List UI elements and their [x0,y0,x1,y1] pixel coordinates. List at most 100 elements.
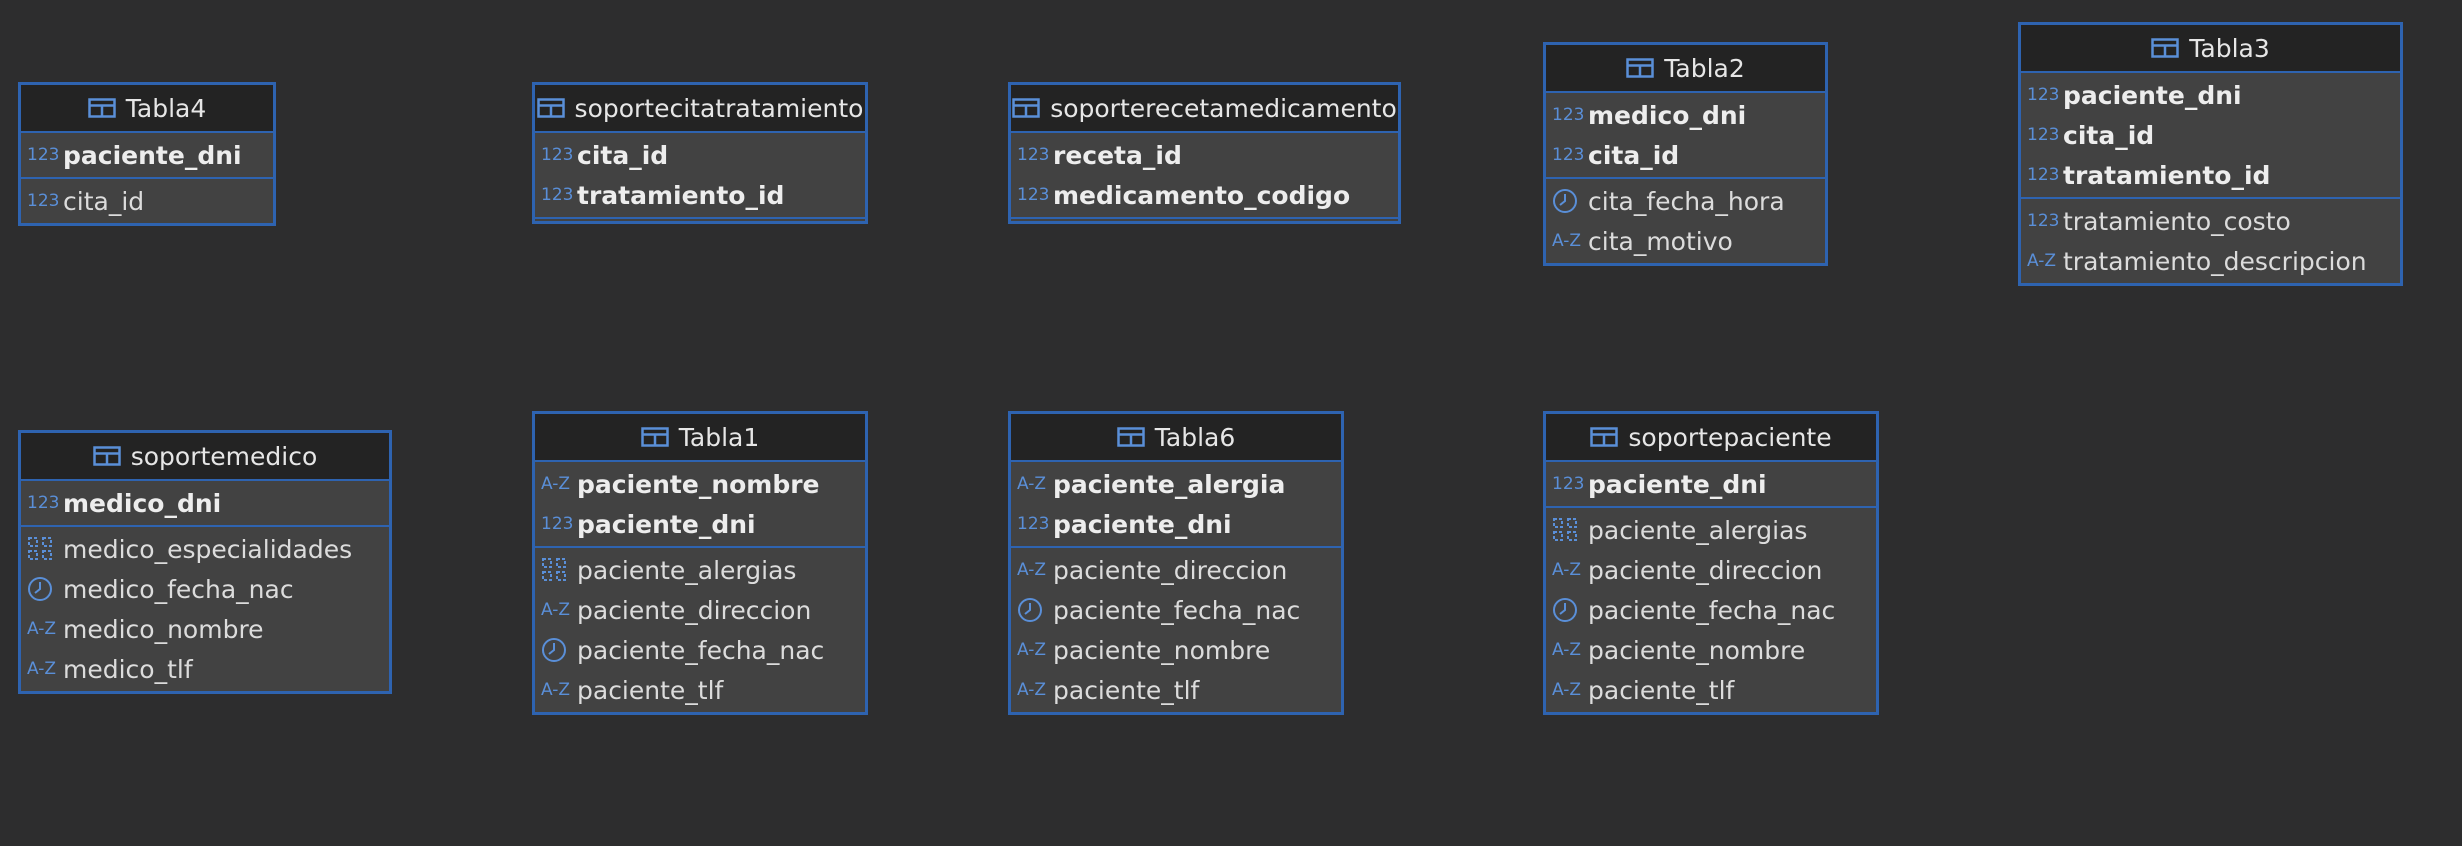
text-icon: A-Z [1017,640,1047,660]
column-row[interactable]: paciente_alergias [1546,510,1876,550]
entity-header[interactable]: soportepaciente [1546,414,1876,462]
column-row[interactable]: 123 tratamiento_costo [2021,201,2400,241]
column-name: cita_motivo [1588,226,1733,256]
column-row[interactable]: paciente_fecha_nac [535,630,865,670]
text-icon: A-Z [1017,680,1047,700]
column-name: paciente_dni [2063,80,2242,110]
entity-header[interactable]: Tabla1 [535,414,865,462]
array-icon [27,536,63,562]
column-name: paciente_nombre [1053,635,1271,665]
column-row[interactable]: A-Z medico_tlf [21,649,389,689]
column-name: tratamiento_id [577,180,785,210]
table-icon [536,98,565,118]
fields-section: A-Z paciente_direccion paciente_fecha_nac A… [1011,546,1341,712]
entity-header[interactable]: Tabla6 [1011,414,1341,462]
column-name: paciente_alergias [1588,515,1808,545]
column-row[interactable]: 123 tratamiento_id [2021,155,2400,195]
entity-title: soportecitatratamiento [574,93,864,123]
column-row[interactable]: 123 cita_id [1546,135,1825,175]
column-name: receta_id [1053,140,1182,170]
entity-header[interactable]: soportecitatratamiento [535,85,865,133]
column-row[interactable]: 123 tratamiento_id [535,175,865,215]
column-row[interactable]: A-Z paciente_alergia [1011,464,1341,504]
column-row[interactable]: 123 medico_dni [21,483,389,523]
entity-header[interactable]: soporterecetamedicamento [1011,85,1398,133]
entity-tabla2[interactable]: Tabla2 123 medico_dni 123 cita_id cita_fech… [1543,42,1828,266]
column-row[interactable]: A-Z cita_motivo [1546,221,1825,261]
column-name: medico_especialidades [63,534,353,564]
column-row[interactable]: A-Z paciente_tlf [1011,670,1341,710]
column-name: paciente_direccion [1588,555,1823,585]
table-icon [2151,38,2179,58]
entity-tabla1[interactable]: Tabla1 A-Z paciente_nombre 123 paciente_dni… [532,411,868,715]
column-name: cita_id [63,186,145,216]
column-row[interactable]: medico_especialidades [21,529,389,569]
entity-header[interactable]: soportemedico [21,433,389,481]
column-row[interactable]: 123 paciente_dni [535,504,865,544]
column-row[interactable]: paciente_alergias [535,550,865,590]
column-row[interactable]: paciente_fecha_nac [1011,590,1341,630]
column-row[interactable]: medico_fecha_nac [21,569,389,609]
column-row[interactable]: A-Z paciente_tlf [535,670,865,710]
numeric-icon: 123 [541,185,574,205]
column-row[interactable]: 123 paciente_dni [2021,75,2400,115]
column-row[interactable]: 123 cita_id [2021,115,2400,155]
entity-tabla6[interactable]: Tabla6 A-Z paciente_alergia 123 paciente_dn… [1008,411,1344,715]
column-row[interactable]: A-Z paciente_direccion [1011,550,1341,590]
column-row[interactable]: A-Z paciente_nombre [1011,630,1341,670]
column-name: medico_dni [1588,100,1747,130]
column-row[interactable]: 123 medicamento_codigo [1011,175,1398,215]
numeric-icon: 123 [1552,474,1585,494]
column-row[interactable]: A-Z paciente_direccion [535,590,865,630]
numeric-icon: 123 [1552,105,1585,125]
text-icon: A-Z [2027,251,2057,271]
column-row[interactable]: A-Z medico_nombre [21,609,389,649]
column-row[interactable]: A-Z paciente_nombre [535,464,865,504]
entity-soportepaciente[interactable]: soportepaciente 123 paciente_dni paciente… [1543,411,1879,715]
column-row[interactable]: 123 medico_dni [1546,95,1825,135]
column-row[interactable]: A-Z paciente_tlf [1546,670,1876,710]
entity-header[interactable]: Tabla3 [2021,25,2400,73]
column-name: paciente_direccion [577,595,812,625]
column-name: paciente_dni [577,509,756,539]
column-row[interactable]: 123 cita_id [21,181,273,221]
text-icon: A-Z [541,680,571,700]
column-row[interactable]: A-Z tratamiento_descripcion [2021,241,2400,281]
column-row[interactable]: 123 receta_id [1011,135,1398,175]
clock-icon [541,637,577,663]
entity-tabla4[interactable]: Tabla4 123 paciente_dni 123 cita_id [18,82,276,226]
column-row[interactable]: cita_fecha_hora [1546,181,1825,221]
entity-soportecitatratamiento[interactable]: soportecitatratamiento 123 cita_id 123 trat… [532,82,868,224]
entity-title: Tabla4 [125,93,207,123]
column-row[interactable]: A-Z paciente_direccion [1546,550,1876,590]
numeric-icon: 123 [27,493,60,513]
numeric-icon: 123 [2027,211,2060,231]
text-icon: A-Z [541,600,571,620]
column-row[interactable]: 123 paciente_dni [1011,504,1341,544]
column-name: tratamiento_id [2063,160,2271,190]
fields-section: cita_fecha_hora A-Z cita_motivo [1546,177,1825,263]
text-icon: A-Z [541,474,571,494]
text-icon: A-Z [27,619,57,639]
column-name: tratamiento_descripcion [2063,246,2367,276]
numeric-icon: 123 [27,145,60,165]
column-name: paciente_dni [63,140,242,170]
column-name: medico_fecha_nac [63,574,294,604]
entity-header[interactable]: Tabla4 [21,85,273,133]
column-name: paciente_tlf [577,675,724,705]
table-icon [1012,98,1040,118]
column-row[interactable]: 123 paciente_dni [21,135,273,175]
column-name: paciente_fecha_nac [577,635,825,665]
column-row[interactable]: 123 cita_id [535,135,865,175]
entity-soporterecetamedicamento[interactable]: soporterecetamedicamento 123 receta_id 123… [1008,82,1401,224]
entity-header[interactable]: Tabla2 [1546,45,1825,93]
entity-soportemedico[interactable]: soportemedico 123 medico_dni medico_espec… [18,430,392,694]
primary-key-section: 123 paciente_dni 123 cita_id 123 tratamiento_… [2021,73,2400,197]
column-row[interactable]: paciente_fecha_nac [1546,590,1876,630]
entity-tabla3[interactable]: Tabla3 123 paciente_dni 123 cita_id 123 trata… [2018,22,2403,286]
column-name: cita_id [577,140,669,170]
column-name: paciente_dni [1053,509,1232,539]
column-row[interactable]: 123 paciente_dni [1546,464,1876,504]
fields-section [1011,217,1398,221]
column-row[interactable]: A-Z paciente_nombre [1546,630,1876,670]
